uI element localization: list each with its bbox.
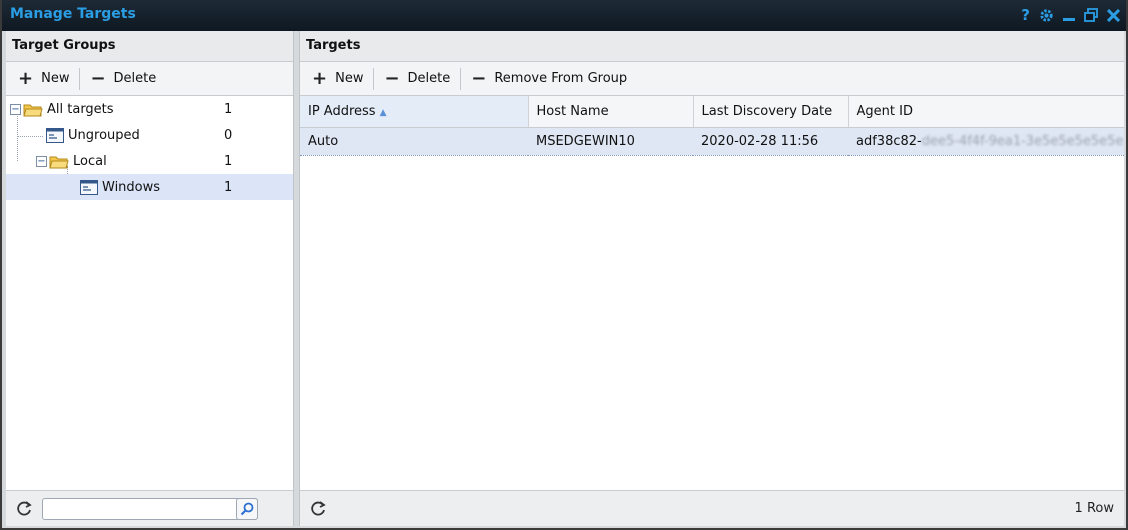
column-header-agent-id[interactable]: Agent ID [848, 96, 1124, 128]
title-bar[interactable]: Manage Targets ? [2, 0, 1126, 31]
target-groups-toolbar: + New − Delete [6, 62, 293, 96]
targets-header: Targets [300, 31, 1124, 62]
cell-host-name: MSEDGEWIN10 [528, 126, 693, 156]
minus-icon: − [384, 67, 400, 89]
toolbar-divider [79, 67, 81, 90]
column-label: Host Name [536, 103, 609, 119]
close-icon[interactable] [1107, 8, 1120, 22]
restore-icon[interactable] [1084, 8, 1098, 22]
window-title: Manage Targets [10, 6, 136, 22]
column-label: Agent ID [856, 103, 913, 119]
cell-last-discovery-date: 2020-02-28 11:56 [693, 126, 848, 156]
tree-item-label: All targets [47, 101, 114, 117]
folder-open-icon [23, 104, 43, 116]
targets-toolbar: + New − Delete − Remove From Group [300, 62, 1124, 96]
group-list-icon [46, 127, 64, 143]
refresh-icon[interactable] [14, 499, 34, 519]
new-target-button[interactable]: + New [304, 67, 371, 91]
target-groups-footer [6, 490, 293, 526]
tree-item-all-targets[interactable]: − All targets 1 [6, 96, 293, 122]
remove-from-group-button[interactable]: − Remove From Group [463, 67, 635, 91]
delete-group-button[interactable]: − Delete [82, 67, 164, 91]
search-button[interactable] [236, 498, 258, 520]
tree-item-count: 1 [224, 179, 233, 195]
new-group-label: New [41, 71, 70, 86]
folder-open-icon [49, 156, 69, 168]
new-group-button[interactable]: + New [10, 67, 77, 91]
tree-item-count: 1 [224, 101, 233, 117]
toolbar-divider [373, 67, 375, 90]
target-group-tree: − All targets 1 Ungrouped 0 − Local 1 Wi… [6, 96, 293, 488]
column-label: IP Address [308, 103, 376, 119]
tree-item-label: Ungrouped [68, 127, 140, 143]
target-groups-header: Target Groups [6, 31, 293, 62]
targets-table: IP Address ▲ Host Name Last Discovery Dat… [300, 96, 1124, 156]
tree-item-count: 1 [224, 153, 233, 169]
row-count: 1 Row [1074, 501, 1114, 516]
tree-item-local[interactable]: − Local 1 [6, 148, 293, 174]
search-icon [240, 502, 254, 516]
group-search-input[interactable] [42, 498, 258, 520]
manage-targets-window: Manage Targets ? Target Groups + New − D… [0, 0, 1128, 530]
minus-icon: − [471, 67, 487, 89]
agent-id-prefix: adf38c82- [856, 133, 922, 149]
plus-icon: + [312, 67, 328, 89]
agent-id-redacted: dee5-4f4f-9ea1-3e5e5e5e5e5e [921, 133, 1124, 149]
remove-from-group-label: Remove From Group [494, 71, 628, 86]
minimize-icon[interactable] [1063, 8, 1075, 23]
group-list-icon [80, 179, 98, 195]
collapse-icon[interactable]: − [10, 103, 21, 115]
collapse-icon[interactable]: − [36, 155, 47, 167]
new-target-label: New [335, 71, 364, 86]
plus-icon: + [18, 67, 34, 89]
column-header-host-name[interactable]: Host Name [528, 96, 694, 128]
toolbar-divider [460, 67, 462, 90]
cell-ip-address: Auto [300, 126, 528, 156]
cell-agent-id: adf38c82-dee5-4f4f-9ea1-3e5e5e5e5e5e [848, 126, 1124, 156]
gear-icon[interactable] [1039, 8, 1054, 23]
sort-asc-icon: ▲ [379, 107, 387, 118]
tree-item-ungrouped[interactable]: Ungrouped 0 [6, 122, 293, 148]
column-label: Last Discovery Date [701, 103, 833, 119]
delete-target-label: Delete [407, 71, 451, 86]
refresh-icon[interactable] [308, 499, 328, 519]
targets-panel: Targets + New − Delete − Remove From Gro… [299, 31, 1124, 526]
table-row[interactable]: Auto MSEDGEWIN10 2020-02-28 11:56 adf38c… [300, 126, 1124, 156]
tree-item-windows[interactable]: Windows 1 [6, 174, 293, 200]
delete-target-button[interactable]: − Delete [376, 67, 458, 91]
column-header-last-discovery-date[interactable]: Last Discovery Date [693, 96, 849, 128]
tree-item-label: Windows [102, 179, 161, 195]
targets-footer: 1 Row [300, 490, 1124, 526]
tree-item-count: 0 [224, 127, 233, 143]
delete-group-label: Delete [113, 71, 157, 86]
help-icon[interactable]: ? [1021, 6, 1030, 24]
target-groups-panel: Target Groups + New − Delete − All targe… [6, 31, 294, 526]
tree-item-label: Local [73, 153, 107, 169]
column-header-ip-address[interactable]: IP Address ▲ [300, 96, 529, 128]
minus-icon: − [90, 67, 106, 89]
